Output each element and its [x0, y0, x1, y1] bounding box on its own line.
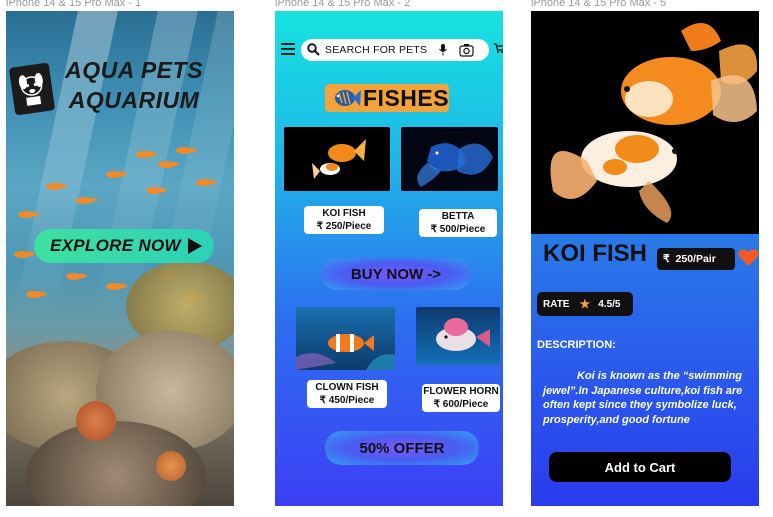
fish-decoration [136, 151, 158, 158]
coral [76, 401, 116, 441]
product-title: KOI FISH [543, 240, 648, 267]
coral [156, 451, 186, 481]
price-badge: ₹ 250/Pair [657, 248, 735, 270]
fish-decoration [76, 197, 98, 204]
play-arrow-icon [188, 238, 202, 254]
brand-line-1: AQUA PETS [65, 57, 203, 83]
offer-button[interactable]: 50% OFFER [325, 431, 479, 465]
fish-decoration [26, 291, 48, 298]
koi-hero-image [531, 11, 759, 234]
product-name: KOI FISH [322, 208, 366, 219]
product-image-flowerhorn[interactable] [416, 307, 500, 365]
fish-decoration [18, 211, 40, 218]
product-name: BETTA [441, 211, 475, 222]
fish-decoration [196, 179, 218, 186]
cart-icon[interactable] [494, 43, 503, 56]
product-card-koi[interactable]: KOI FISH ₹ 250/Piece [304, 206, 384, 234]
description-text: Koi is known as the “swimming jewel”.In … [543, 370, 743, 426]
product-name: CLOWN FISH [315, 382, 379, 393]
menu-icon[interactable] [281, 43, 295, 55]
rupee-icon: ₹ [433, 399, 440, 410]
rating-badge: RATE ★ 4.5/5 [537, 292, 633, 316]
buy-now-button[interactable]: BUY NOW -> [321, 258, 471, 290]
add-to-cart-button[interactable]: Add to Cart [549, 452, 731, 482]
product-image-betta[interactable] [401, 127, 498, 191]
top-bar: SEARCH FOR PETS [275, 37, 503, 63]
product-price: 250/Piece [325, 221, 372, 232]
product-name: FLOWER HORN [423, 386, 499, 397]
frame-label-1: iPhone 14 & 15 Pro Max - 1 [6, 0, 142, 9]
product-card-clownfish[interactable]: CLOWN FISH ₹ 450/Piece [307, 380, 387, 408]
explore-now-button[interactable]: EXPLORE NOW [34, 229, 214, 263]
rupee-icon: ₹ [319, 395, 326, 406]
brand-name: AQUA PETS AQUARIUM [64, 55, 204, 115]
search-input[interactable]: SEARCH FOR PETS [325, 44, 427, 56]
product-card-betta[interactable]: BETTA ₹ 500/Piece [419, 209, 497, 237]
rupee-icon: ₹ [663, 253, 670, 265]
star-icon: ★ [579, 297, 591, 311]
frame-label-5: iPhone 14 & 15 Pro Max - 5 [531, 0, 667, 9]
fish-decoration [176, 147, 198, 154]
brand-line-2: AQUARIUM [68, 87, 200, 113]
product-price: 600/Piece [442, 399, 489, 410]
dog-logo-icon [8, 62, 56, 116]
search-icon [307, 43, 320, 56]
rating-value: 4.5/5 [598, 298, 621, 310]
rate-label: RATE [543, 298, 570, 310]
product-image-koi[interactable] [284, 127, 390, 191]
search-bar[interactable]: SEARCH FOR PETS [301, 39, 489, 61]
product-price: 250/Pair [675, 253, 716, 265]
heart-icon[interactable] [738, 248, 759, 267]
fish-decoration [106, 283, 128, 290]
fish-decoration [14, 251, 36, 258]
fish-decoration [66, 273, 88, 280]
product-price: 500/Piece [439, 224, 486, 235]
product-image-clownfish[interactable] [296, 307, 395, 370]
splash-screen: AQUA PETS AQUARIUM EXPLORE NOW [6, 11, 234, 506]
product-detail-screen: KOI FISH ₹ 250/Pair RATE ★ 4.5/5 DESCRIP… [531, 11, 759, 506]
mic-icon[interactable] [439, 44, 447, 56]
fish-decoration [106, 171, 128, 178]
frame-label-2: iPhone 14 & 15 Pro Max - 2 [275, 0, 411, 9]
fish-decoration [158, 161, 180, 168]
rupee-icon: ₹ [430, 224, 437, 235]
product-price: 450/Piece [328, 395, 375, 406]
camera-search-icon[interactable] [459, 43, 474, 57]
shop-screen: SEARCH FOR PETS FISHES KOI FISH ₹ 250/Pi… [275, 11, 503, 506]
product-card-flowerhorn[interactable]: FLOWER HORN ₹ 600/Piece [422, 384, 500, 412]
section-title: FISHES [363, 85, 450, 111]
description-heading: DESCRIPTION: [537, 339, 616, 351]
explore-now-label: EXPLORE NOW [50, 236, 181, 255]
fish-icon [335, 90, 361, 106]
rupee-icon: ₹ [316, 221, 323, 232]
section-header: FISHES [325, 84, 449, 112]
fish-decoration [146, 187, 168, 194]
fish-decoration [46, 183, 68, 190]
